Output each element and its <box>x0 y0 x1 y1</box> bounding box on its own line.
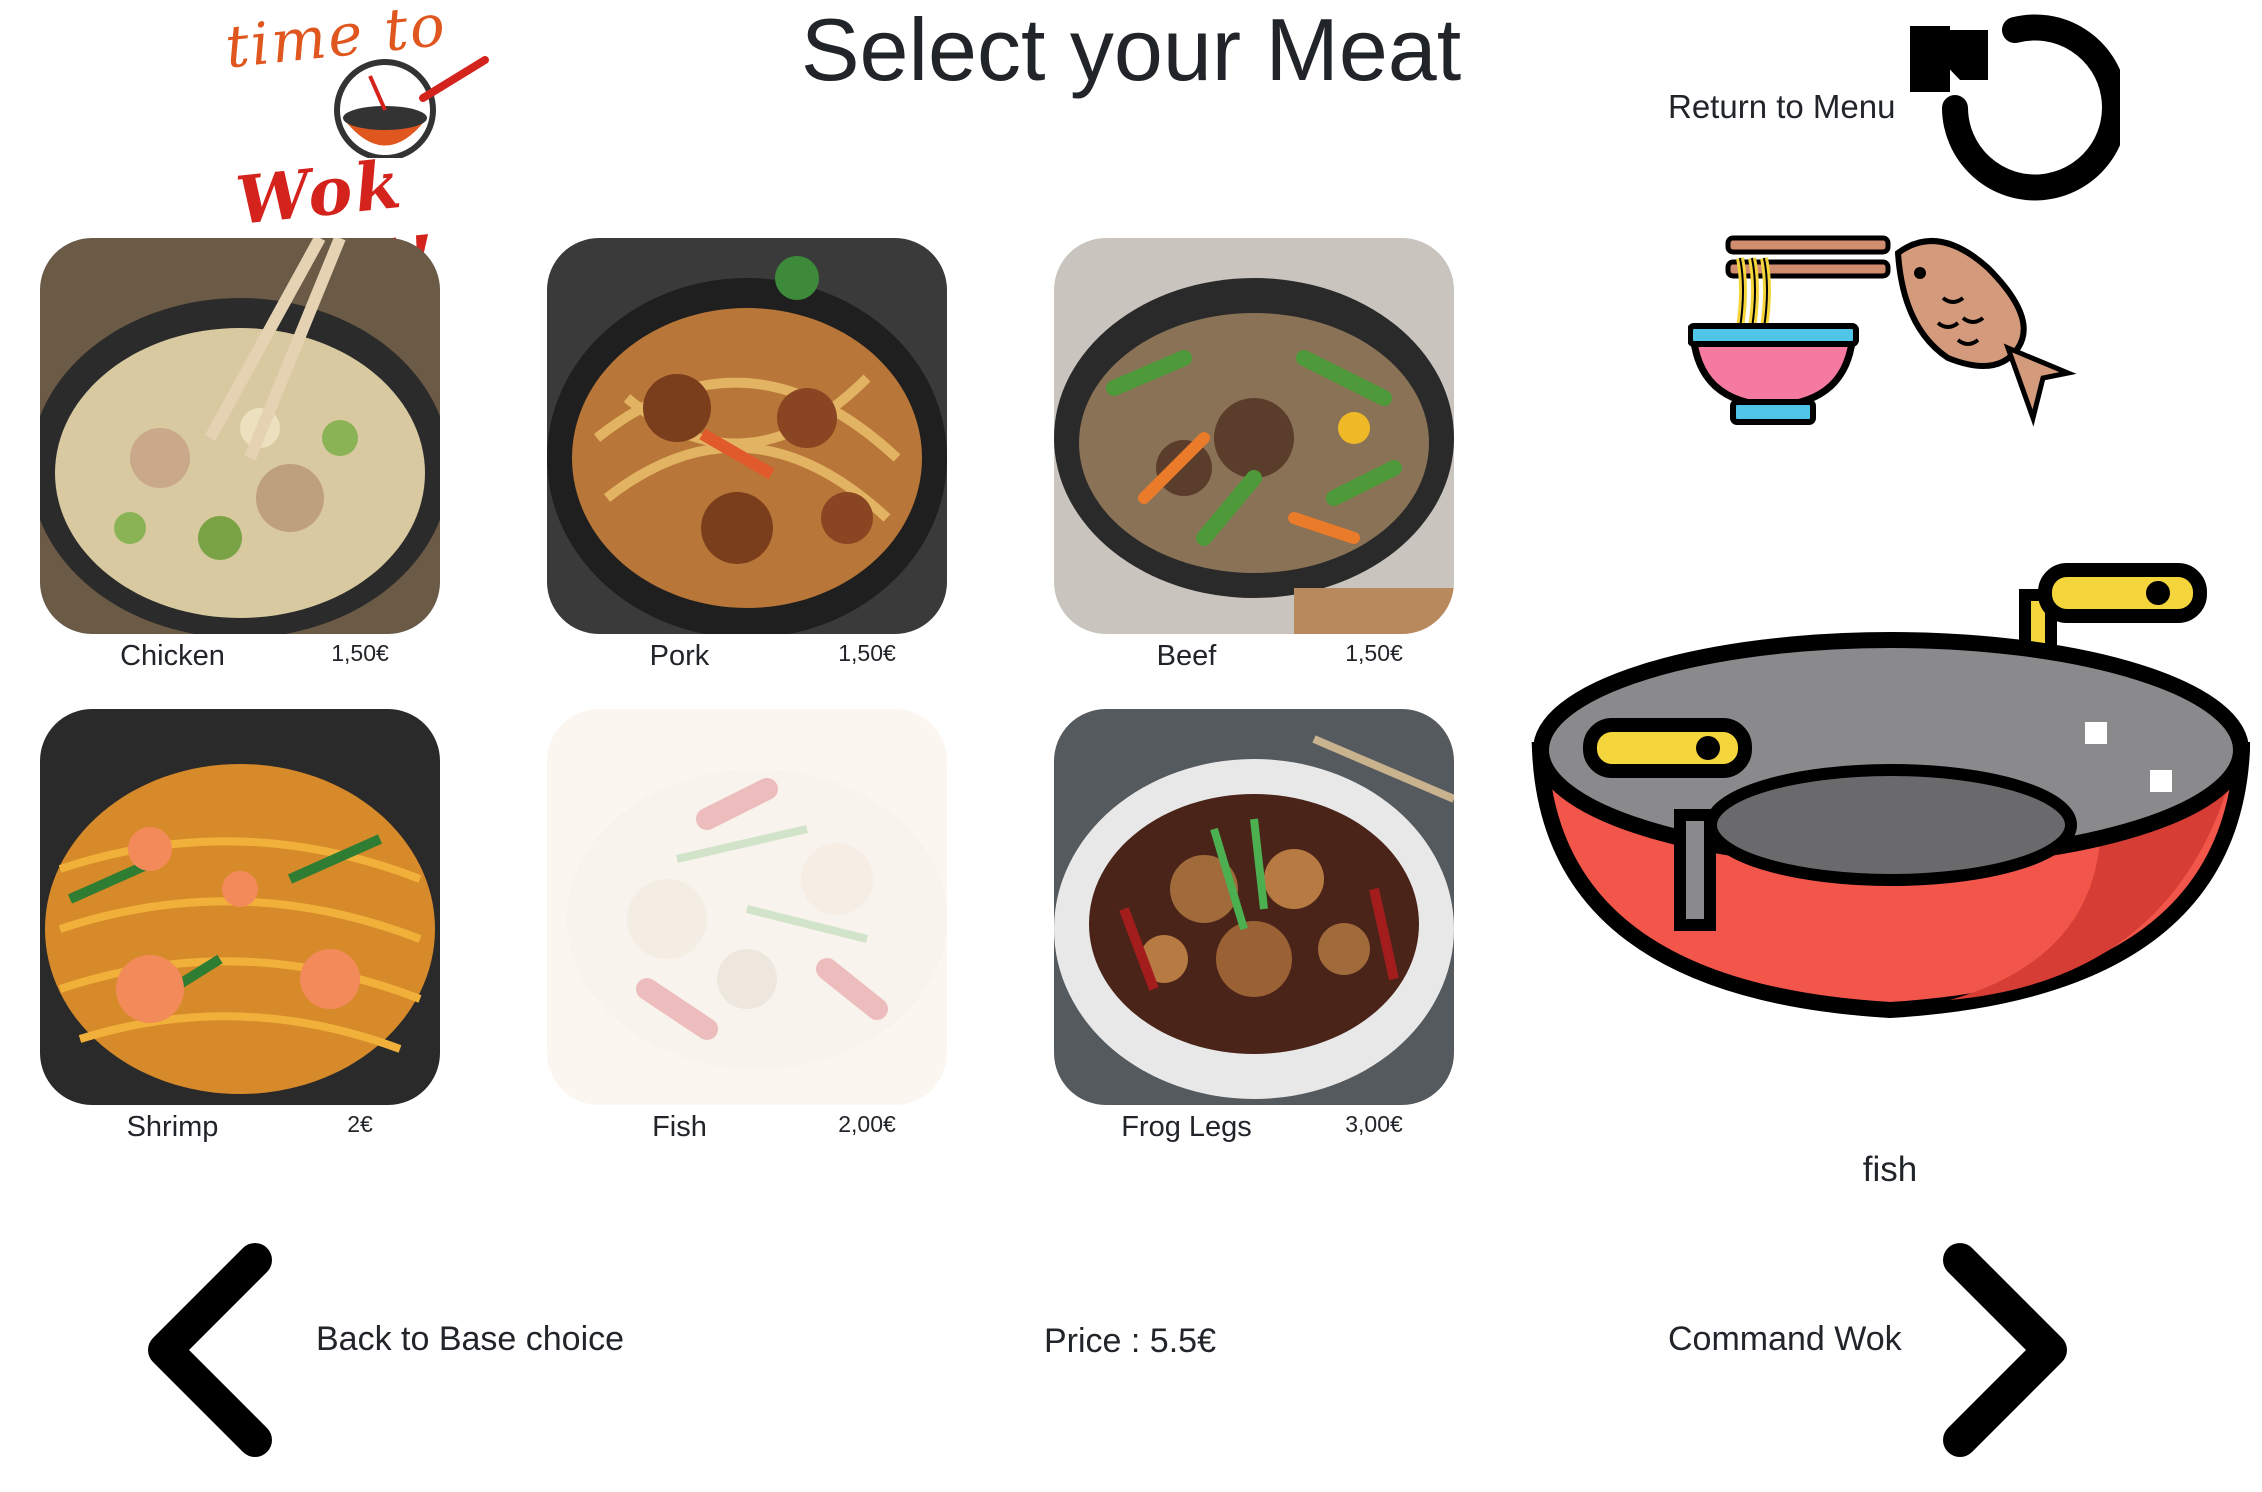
meat-name: Pork <box>649 640 710 672</box>
meat-price: 3,00€ <box>1345 1111 1403 1137</box>
rotate-ccw-icon[interactable] <box>1910 8 2128 223</box>
beef-photo <box>1054 238 1454 634</box>
noodle-bowl-icon <box>1687 235 1891 425</box>
selected-meat-text: fish <box>1862 1150 1918 1189</box>
meat-card-beef[interactable]: Beef 1,50€ <box>1054 238 1454 672</box>
fish-icon <box>1894 238 2077 427</box>
meat-price: 1,50€ <box>331 640 389 666</box>
meat-name: Beef <box>1156 640 1217 672</box>
back-to-base-button[interactable]: Back to Base choice <box>316 1320 624 1359</box>
total-price: Price : 5.5€ <box>1044 1322 1216 1360</box>
base-and-meat-icon <box>1687 228 2088 453</box>
meat-price: 1,50€ <box>838 640 896 666</box>
pork-photo <box>547 238 947 634</box>
shrimp-photo <box>40 709 440 1105</box>
return-to-menu-link[interactable]: Return to Menu <box>1668 88 1895 126</box>
meat-card-pork[interactable]: Pork 1,50€ <box>547 238 947 672</box>
meat-card-chicken[interactable]: Chicken 1,50€ <box>40 238 440 672</box>
chicken-photo <box>40 238 440 634</box>
meat-card-fish[interactable]: Fish 2,00€ <box>547 709 947 1143</box>
meat-name: Fish <box>652 1111 707 1143</box>
meat-card-frog-legs[interactable]: Frog Legs 3,00€ <box>1054 709 1454 1143</box>
meat-price: 2,00€ <box>838 1111 896 1137</box>
command-wok-button[interactable]: Command Wok <box>1668 1320 1902 1359</box>
meat-name: Frog Legs <box>1121 1111 1252 1143</box>
meat-card-shrimp[interactable]: Shrimp 2€ <box>40 709 440 1143</box>
meat-name: Shrimp <box>126 1111 219 1143</box>
fish-photo <box>547 709 947 1105</box>
meat-price: 1,50€ <box>1345 640 1403 666</box>
chevron-right-icon[interactable] <box>1935 1240 2075 1465</box>
wok-icon <box>1530 560 2251 1025</box>
meat-name: Chicken <box>120 640 225 672</box>
chevron-left-icon[interactable] <box>140 1240 280 1465</box>
meat-price: 2€ <box>347 1111 373 1137</box>
frog-legs-photo <box>1054 709 1454 1105</box>
